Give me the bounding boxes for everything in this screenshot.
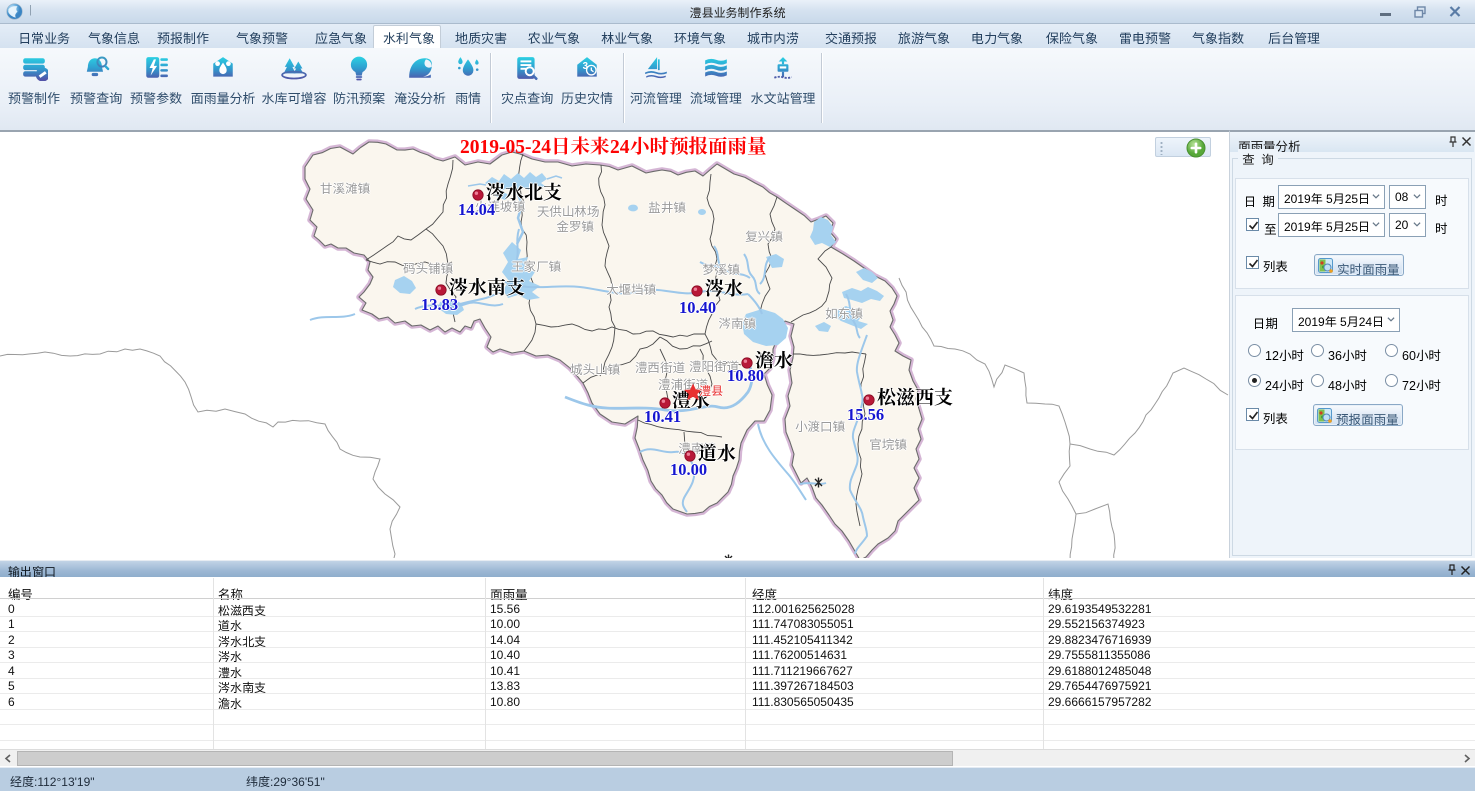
svg-text:小时预报面雨量: 小时预报面雨量 — [630, 136, 767, 158]
svg-text:10.40: 10.40 — [679, 298, 716, 317]
svg-text:澧: 澧 — [699, 384, 711, 398]
svg-text:金罗镇: 金罗镇 — [556, 220, 594, 234]
svg-text:盐井镇: 盐井镇 — [648, 200, 686, 215]
svg-text:官垸镇: 官垸镇 — [869, 437, 907, 452]
svg-text:24: 24 — [610, 137, 630, 158]
svg-text:县: 县 — [711, 384, 723, 398]
svg-text:如东镇: 如东镇 — [825, 306, 863, 321]
svg-text:大堰垱镇: 大堰垱镇 — [606, 283, 656, 297]
svg-text:2019-05-24: 2019-05-24 — [460, 137, 551, 158]
svg-text:10.00: 10.00 — [670, 460, 707, 479]
svg-text:涔水南支: 涔水南支 — [449, 277, 525, 299]
svg-text:复兴镇: 复兴镇 — [745, 230, 783, 244]
svg-text:涔水: 涔水 — [705, 278, 743, 300]
svg-text:14.04: 14.04 — [458, 200, 495, 219]
svg-text:甘溪滩镇: 甘溪滩镇 — [320, 182, 370, 196]
svg-text:10.80: 10.80 — [727, 366, 764, 385]
svg-text:天供山林场: 天供山林场 — [537, 204, 600, 219]
svg-text:城头山镇: 城头山镇 — [570, 363, 620, 377]
svg-text:15.56: 15.56 — [847, 405, 884, 424]
svg-text:松滋西支: 松滋西支 — [876, 387, 953, 409]
svg-text:码头铺镇: 码头铺镇 — [403, 262, 453, 276]
svg-text:涔水北支: 涔水北支 — [486, 182, 562, 204]
svg-text:13.83: 13.83 — [421, 295, 458, 314]
svg-text:涔南镇: 涔南镇 — [718, 317, 756, 331]
svg-text:澧西街道: 澧西街道 — [635, 361, 686, 375]
svg-text:梦溪镇: 梦溪镇 — [702, 263, 740, 277]
svg-text:10.41: 10.41 — [644, 407, 681, 426]
svg-text:王家厂镇: 王家厂镇 — [511, 260, 561, 274]
svg-text:小渡口镇: 小渡口镇 — [795, 420, 845, 434]
svg-text:日未来: 日未来 — [551, 136, 610, 158]
